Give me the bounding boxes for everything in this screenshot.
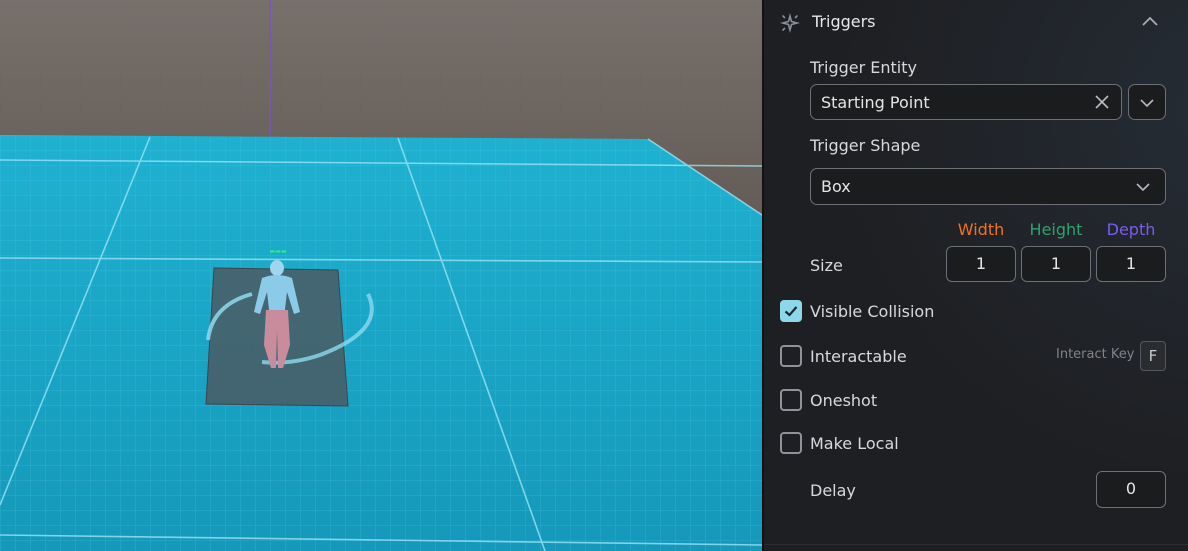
- oneshot-label: Oneshot: [810, 391, 878, 410]
- trigger-entity-label: Trigger Entity: [810, 58, 917, 77]
- trigger-shape-select[interactable]: Box: [810, 168, 1166, 205]
- size-label: Size: [810, 256, 843, 275]
- trigger-shape-value: Box: [821, 177, 851, 196]
- sparkle-icon: [779, 12, 801, 34]
- trigger-entity-dropdown-button[interactable]: [1128, 84, 1166, 120]
- panel-divider: [764, 544, 1188, 545]
- scene-viewport[interactable]: ▬▬▬: [0, 0, 762, 551]
- trigger-entity-value: Starting Point: [821, 93, 930, 112]
- scene-render[interactable]: ▬▬▬: [0, 0, 762, 551]
- ground-fine-grid: [0, 135, 762, 551]
- chevron-down-icon: [1139, 95, 1155, 111]
- make-local-checkbox[interactable]: [780, 432, 802, 454]
- size-depth-input[interactable]: 1: [1096, 246, 1166, 282]
- width-axis-label: Width: [957, 220, 1005, 239]
- section-title: Triggers: [812, 12, 876, 31]
- height-axis-label: Height: [1029, 220, 1083, 239]
- collapse-chevron-icon[interactable]: [1140, 12, 1160, 32]
- interact-key-button[interactable]: F: [1140, 341, 1166, 371]
- clear-icon[interactable]: [1094, 94, 1110, 110]
- delay-label: Delay: [810, 481, 856, 500]
- delay-input[interactable]: 0: [1096, 471, 1166, 508]
- size-height-input[interactable]: 1: [1021, 246, 1091, 282]
- oneshot-checkbox[interactable]: [780, 389, 802, 411]
- visible-collision-checkbox[interactable]: [780, 300, 802, 322]
- character-nametag: ▬▬▬: [269, 248, 286, 255]
- depth-axis-label: Depth: [1106, 220, 1156, 239]
- make-local-label: Make Local: [810, 434, 899, 453]
- trigger-entity-field[interactable]: Starting Point: [810, 84, 1122, 120]
- check-icon: [784, 306, 798, 317]
- chevron-down-icon: [1135, 179, 1151, 195]
- interactable-checkbox[interactable]: [780, 345, 802, 367]
- trigger-shape-label: Trigger Shape: [810, 136, 921, 155]
- interactable-label: Interactable: [810, 347, 907, 366]
- interact-key-label: Interact Key: [1056, 347, 1135, 362]
- size-width-input[interactable]: 1: [946, 246, 1016, 282]
- inspector-panel: Triggers Trigger Entity Starting Point T…: [762, 0, 1188, 551]
- visible-collision-label: Visible Collision: [810, 302, 935, 321]
